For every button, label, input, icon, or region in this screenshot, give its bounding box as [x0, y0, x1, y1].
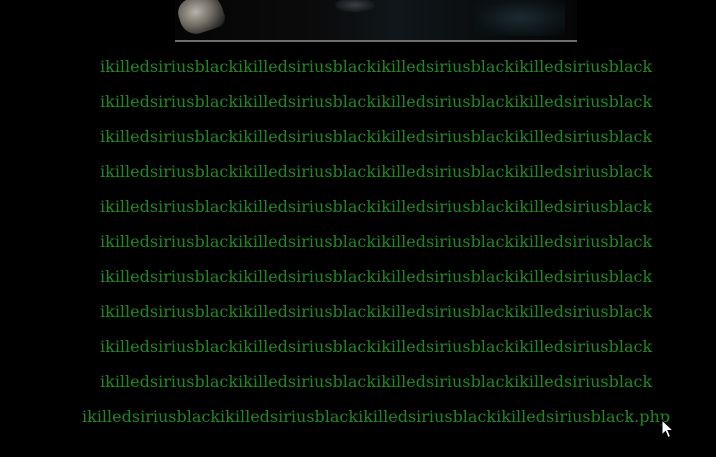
text-line: ikilledsiriusblackikilledsiriusblackikil… [100, 92, 653, 111]
php-link[interactable]: ikilledsiriusblackikilledsiriusblackikil… [82, 408, 670, 426]
mouse-pointer-icon [661, 419, 675, 439]
text-line: ikilledsiriusblackikilledsiriusblackikil… [100, 302, 653, 321]
text-line: ikilledsiriusblackikilledsiriusblackikil… [100, 127, 653, 146]
text-line: ikilledsiriusblackikilledsiriusblackikil… [100, 197, 653, 216]
text-line: ikilledsiriusblackikilledsiriusblackikil… [100, 162, 653, 181]
text-line: ikilledsiriusblackikilledsiriusblackikil… [100, 337, 653, 356]
text-line: ikilledsiriusblackikilledsiriusblackikil… [100, 57, 653, 76]
header-banner-image [175, 0, 577, 40]
text-line: ikilledsiriusblackikilledsiriusblackikil… [100, 232, 653, 251]
horizontal-rule [175, 40, 577, 42]
text-line: ikilledsiriusblackikilledsiriusblackikil… [100, 267, 653, 286]
text-line: ikilledsiriusblackikilledsiriusblackikil… [100, 372, 653, 391]
banner-hand-graphic [175, 0, 228, 38]
banner-figure-graphic [335, 0, 375, 12]
banner-glow-graphic [475, 0, 565, 36]
